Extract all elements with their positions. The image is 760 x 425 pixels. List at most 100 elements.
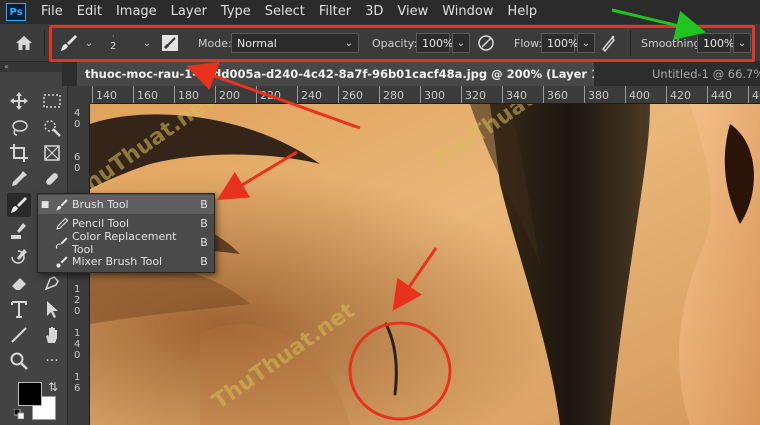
ruler-tick-label: 360	[543, 86, 568, 103]
home-icon	[16, 36, 32, 50]
flyout-shortcut: B	[200, 198, 208, 211]
ellipsis-icon: ···	[45, 353, 59, 369]
bandage-icon	[46, 173, 58, 185]
blend-mode-select[interactable]: Normal ⌄	[231, 33, 359, 53]
ruler-tick-label: 400	[625, 86, 650, 103]
lasso-icon	[12, 120, 28, 136]
ruler-tick-label: 180	[174, 86, 199, 103]
zoom-tool[interactable]	[7, 349, 31, 373]
crop-tool[interactable]	[7, 141, 31, 165]
ruler-tick-label: 6 0	[74, 152, 81, 174]
menu-select[interactable]: Select	[258, 0, 312, 24]
smoothing-input[interactable]: 100%	[697, 33, 734, 53]
brush-preset-icon	[61, 35, 77, 51]
tab-untitled-document[interactable]: Untitled-1 @ 66.7% (La...	[644, 62, 760, 86]
tool-preset-picker[interactable]: ⌄	[58, 24, 98, 62]
brush-icon	[11, 197, 27, 213]
eraser-tool[interactable]	[7, 271, 31, 295]
chevron-down-icon: ⌄	[142, 37, 152, 49]
default-colors-icon[interactable]	[13, 408, 25, 420]
mixer-brush-icon	[52, 252, 72, 271]
healing-brush-tool[interactable]	[40, 167, 64, 191]
brush-icon	[52, 195, 72, 214]
menu-view[interactable]: View	[390, 0, 435, 24]
quick-selection-icon	[44, 120, 61, 137]
arrow-cursor-icon	[47, 301, 58, 318]
opacity-label: Opacity:	[372, 36, 418, 50]
more-tools[interactable]: ···	[40, 349, 64, 373]
hand-tool[interactable]	[40, 323, 64, 347]
move-tool[interactable]	[7, 89, 31, 113]
flow-input[interactable]: 100%	[541, 33, 578, 53]
mode-label: Mode:	[198, 36, 232, 50]
opacity-dropdown[interactable]: ⌄	[452, 33, 470, 53]
photoshop-logo: Ps	[6, 3, 26, 21]
selected-bullet-icon: ■	[40, 199, 50, 210]
crop-icon	[10, 144, 28, 162]
lasso-tool[interactable]	[7, 116, 31, 140]
brush-tool[interactable]	[7, 193, 31, 217]
marquee-tool[interactable]	[40, 89, 64, 113]
frame-icon	[44, 145, 60, 161]
ruler-tick-label: 420	[666, 86, 691, 103]
flow-label: Flow:	[514, 36, 543, 50]
menu-help[interactable]: Help	[501, 0, 545, 24]
ruler-tick-label: 280	[379, 86, 404, 103]
menu-filter[interactable]: Filter	[312, 0, 358, 24]
pen-nib-icon	[44, 276, 59, 291]
flyout-item-brush[interactable]: ■ Brush Tool B	[38, 195, 214, 214]
ruler-tick-label: 140	[92, 86, 117, 103]
foreground-color-swatch[interactable]	[18, 382, 42, 406]
quick-selection-tool[interactable]	[40, 116, 64, 140]
menu-layer[interactable]: Layer	[164, 0, 214, 24]
menu-3d[interactable]: 3D	[358, 0, 390, 24]
smoothing-dropdown[interactable]: ⌄	[733, 33, 751, 53]
frame-tool[interactable]	[40, 141, 64, 165]
history-brush-tool[interactable]	[7, 245, 31, 269]
ruler-tick-label: 320	[461, 86, 486, 103]
ruler-tick-label: 460	[748, 86, 760, 103]
hand-icon	[46, 327, 57, 343]
brush-tool-flyout: ■ Brush Tool B Pencil Tool B Color Repla…	[37, 193, 215, 273]
menu-window[interactable]: Window	[435, 0, 500, 24]
brush-size-dropdown[interactable]: ⌄	[138, 24, 156, 62]
line-tool[interactable]	[7, 323, 31, 347]
tab-active-document[interactable]: thuoc-moc-rau-1-abdd005a-d240-4c42-8a7f-…	[77, 62, 594, 86]
flyout-shortcut: B	[200, 217, 208, 230]
clone-stamp-tool[interactable]	[7, 219, 31, 243]
eyedropper-tool[interactable]	[7, 167, 31, 191]
flow-dropdown[interactable]: ⌄	[577, 33, 595, 53]
path-selection-tool[interactable]	[40, 297, 64, 321]
menu-type[interactable]: Type	[214, 0, 258, 24]
ruler-tick-label: 240	[297, 86, 322, 103]
ruler-tick-label: 1 6	[74, 372, 81, 394]
flyout-item-color-replacement[interactable]: Color Replacement Tool B	[38, 230, 214, 256]
menu-image[interactable]: Image	[109, 0, 164, 24]
ruler-tick-label: 160	[133, 86, 158, 103]
pressure-opacity-button[interactable]	[476, 24, 496, 62]
brush-size-picker[interactable]: · 2	[110, 24, 116, 62]
menu-bar: Ps File Edit Image Layer Type Select Fil…	[0, 0, 760, 24]
flyout-label: Pencil Tool	[72, 217, 130, 230]
divider	[630, 30, 631, 56]
airbrush-button[interactable]	[598, 24, 618, 62]
ruler-tick-label: 4 0	[74, 108, 81, 130]
horizontal-ruler: 140 160 180 200 220 240 260 280 300 320 340 360 380 4…	[90, 86, 760, 104]
home-button[interactable]	[14, 24, 34, 62]
swap-colors-icon[interactable]: ⇅	[48, 380, 58, 394]
flyout-shortcut: B	[200, 236, 208, 249]
zoom-icon	[10, 352, 28, 370]
pen-tool-alt[interactable]	[40, 271, 64, 295]
menu-edit[interactable]: Edit	[70, 0, 109, 24]
eyedropper-icon	[12, 171, 27, 186]
menu-file[interactable]: File	[34, 0, 70, 24]
brush-settings-toggle[interactable]	[160, 24, 180, 62]
type-tool[interactable]	[7, 297, 31, 321]
flyout-item-mixer-brush[interactable]: Mixer Brush Tool B	[38, 252, 214, 271]
airbrush-icon	[602, 35, 615, 53]
opacity-input[interactable]: 100%	[416, 33, 453, 53]
divider	[44, 30, 45, 56]
smoothing-label: Smoothing:	[641, 36, 705, 50]
pressure-opacity-icon	[478, 35, 494, 51]
panel-collapse-grip[interactable]: «	[0, 62, 68, 72]
